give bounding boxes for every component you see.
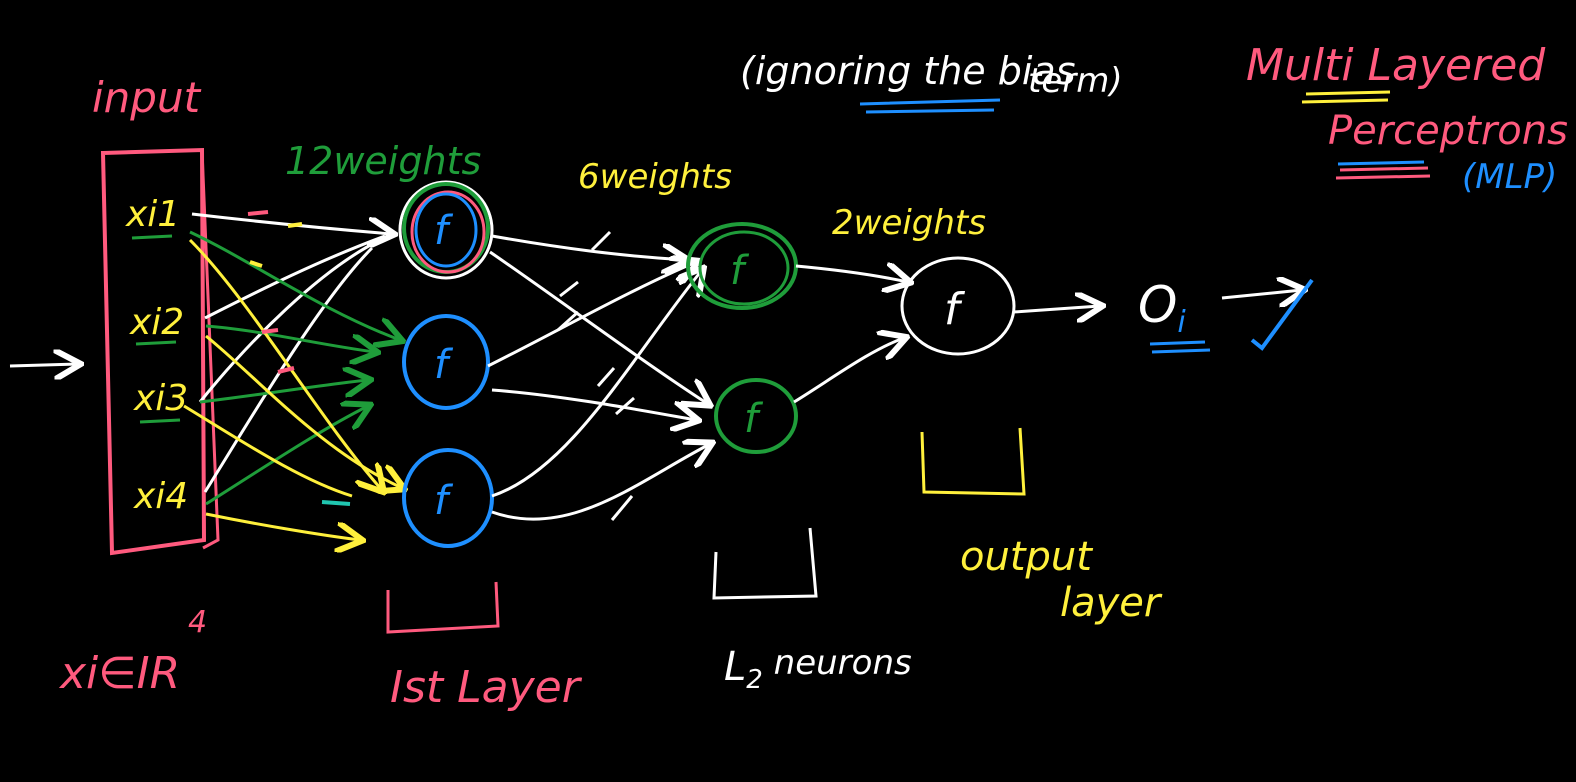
output-arrow	[1013, 306, 1100, 312]
output-layer-label-1: output	[960, 534, 1093, 580]
layer1-neuron-3-f: f	[434, 478, 454, 524]
mlp-title-line1: Multi Layered	[1246, 40, 1546, 91]
mlp-abbreviation: (MLP)	[1462, 157, 1557, 197]
bias-note-line2: term)	[1028, 61, 1123, 101]
x1-label: xi1	[125, 194, 180, 235]
layer1-label: Ist Layer	[390, 662, 583, 713]
bias-note-line1: (ignoring the bias	[740, 49, 1076, 93]
final-arrow	[1221, 290, 1302, 298]
weights-6-label: 6weights	[578, 157, 732, 197]
layer1-to-layer2	[487, 234, 710, 521]
layer2-neuron-1: f	[686, 222, 798, 310]
layer1-neuron-2-f: f	[434, 342, 454, 388]
x2-label: xi2	[129, 302, 184, 343]
output-bracket	[920, 427, 1026, 496]
x4-label: xi4	[133, 476, 188, 517]
output-layer-label-2: layer	[1060, 580, 1163, 626]
mlp-title-underline-blue	[1337, 160, 1425, 166]
weights-2-label: 2weights	[832, 203, 986, 243]
output-neuron: f	[900, 256, 1016, 356]
weights-12-label: 12weights	[285, 139, 481, 183]
layer2-neuron-2: f	[714, 378, 798, 454]
x2-underline	[135, 340, 177, 346]
layer1-neuron-1: f	[398, 180, 494, 280]
x3-underline	[139, 418, 181, 424]
mlp-title-underline-pink	[1335, 166, 1431, 180]
layer2-neuron-2-f: f	[744, 396, 764, 442]
layer2-neuron-1-f: f	[730, 248, 750, 294]
layer1-neuron-2: f	[402, 314, 490, 410]
mlp-title-line2: Perceptrons	[1328, 108, 1568, 154]
checkmark-icon	[1250, 278, 1314, 351]
input-label: input	[92, 73, 202, 122]
output-label-underline	[1149, 340, 1211, 354]
layer1-bracket	[386, 581, 500, 634]
layer2-to-output	[793, 266, 908, 404]
layer2-bracket	[712, 527, 818, 600]
input-arrow	[9, 364, 78, 366]
output-label: Oi	[1138, 276, 1186, 340]
bias-note-underline	[859, 98, 1001, 114]
layer2-label: L2 neurons	[724, 643, 912, 695]
output-neuron-f: f	[944, 284, 966, 335]
layer1-neuron-1-f: f	[434, 208, 454, 254]
mlp-diagram: input xi1 xi2 xi3 xi4 xi∈IR 4 12weights …	[9, 40, 1568, 713]
x3-label: xi3	[133, 378, 188, 419]
x1-underline	[131, 234, 173, 240]
domain-superscript: 4	[188, 605, 207, 640]
domain-label: xi∈IR	[58, 648, 180, 699]
mlp-title-underline-yellow	[1301, 90, 1391, 104]
layer1-neuron-3: f	[402, 448, 494, 548]
